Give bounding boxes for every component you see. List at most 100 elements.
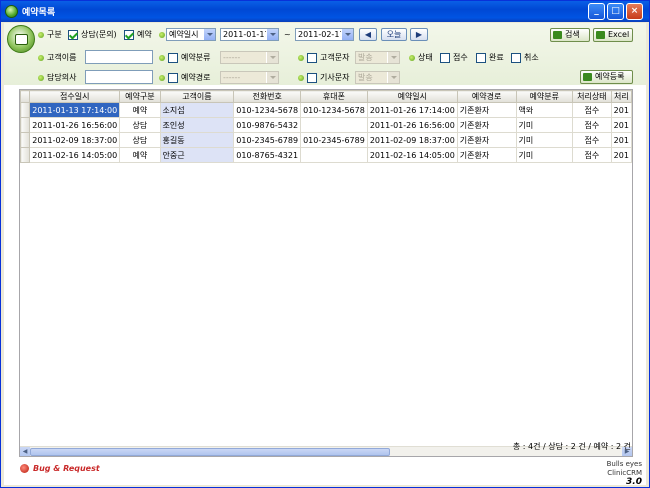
table-cell[interactable]: 액와 [515, 102, 573, 118]
table-cell[interactable]: 기미 [515, 117, 573, 133]
row-header[interactable] [20, 132, 31, 148]
table-cell[interactable]: 2011-02-09 18:37:00 [29, 132, 121, 148]
register-label: 예약등록 [595, 72, 625, 81]
register-reservation-button[interactable]: 예약등록 [580, 70, 633, 84]
reserve-label: 예약 [137, 30, 152, 39]
table-cell[interactable]: 접수 [572, 102, 612, 118]
table-cell[interactable]: 010-2345-6789 [233, 132, 302, 148]
title-bar[interactable]: 예약목록 _ □ × [1, 1, 649, 22]
bug-request-link[interactable]: Bug & Request [20, 464, 100, 473]
date-from-picker[interactable]: 2011-01-17 [220, 28, 279, 41]
table-cell[interactable]: 2011-02-09 18:37:00 [366, 132, 458, 148]
table-cell[interactable]: 2011-01-13 17:14:00 [29, 102, 121, 118]
table-cell[interactable]: 접수 [572, 132, 612, 148]
next-period-button[interactable]: ▶ [410, 28, 428, 41]
engineer-sms-checkbox[interactable]: 기사문자 [298, 72, 349, 83]
date-to-value: 2011-02-17 [298, 30, 345, 39]
consult-checkbox[interactable]: 상담(문의) [68, 29, 117, 40]
table-cell[interactable]: 조인성 [159, 117, 235, 133]
table-cell[interactable]: 기존환자 [456, 147, 517, 163]
excel-icon [596, 31, 605, 39]
reserve-class-checkbox[interactable]: 예약분류 [159, 52, 210, 63]
reservation-grid[interactable]: 접수일시 예약구분 고객이름 전화번호 휴대폰 예약일시 예약경로 예약분류 처… [19, 89, 633, 457]
table-cell[interactable]: 2011-02-16 14:05:00 [29, 147, 121, 163]
table-cell[interactable]: 010-1234-5678 [233, 102, 302, 118]
table-cell[interactable] [300, 147, 368, 163]
reserve-route-checkbox[interactable]: 예약경로 [159, 72, 210, 83]
customer-filter: 고객이름 [38, 52, 76, 63]
scroll-left-icon[interactable]: ◀ [20, 447, 30, 456]
table-cell[interactable]: 기존환자 [456, 132, 517, 148]
row-header[interactable] [20, 147, 31, 163]
column-header[interactable]: 고객이름 [159, 90, 235, 103]
gubun-filter: 구분 [38, 29, 62, 40]
table-cell[interactable]: 소지섭 [159, 102, 235, 118]
close-button[interactable]: × [626, 3, 643, 20]
prev-period-button[interactable]: ◀ [359, 28, 377, 41]
table-cell[interactable]: 201 [610, 132, 632, 148]
table-row[interactable]: 2011-01-26 16:56:00 상담 조인성 010-9876-5432… [20, 117, 632, 133]
minimize-button[interactable]: _ [588, 3, 605, 20]
customer-sms-checkbox[interactable]: 고객문자 [298, 52, 349, 63]
engineer-sms-value: 발송 [358, 73, 373, 82]
table-cell[interactable]: 201 [610, 117, 632, 133]
table-cell[interactable]: 2011-02-16 14:05:00 [366, 147, 458, 163]
table-cell[interactable]: 상담 [119, 132, 161, 148]
status-done-checkbox[interactable]: 완료 [476, 52, 504, 63]
today-button[interactable]: 오늘 [381, 28, 407, 41]
column-header[interactable]: 처리상태 [572, 90, 612, 103]
home-button[interactable] [7, 25, 35, 53]
table-cell[interactable]: 2011-01-26 16:56:00 [29, 117, 121, 133]
search-button[interactable]: 검색 [550, 28, 590, 42]
table-cell[interactable]: 2011-01-26 16:56:00 [366, 117, 458, 133]
table-cell[interactable]: 홍길동 [159, 132, 235, 148]
table-cell[interactable]: 상담 [119, 117, 161, 133]
column-header[interactable]: 휴대폰 [300, 90, 368, 103]
engineer-sms-select[interactable]: 발송 [355, 71, 400, 84]
status-received-checkbox[interactable]: 접수 [440, 52, 468, 63]
table-cell[interactable]: 010-9876-5432 [233, 117, 302, 133]
table-cell[interactable]: 기존환자 [456, 117, 517, 133]
column-header[interactable]: 예약일시 [366, 90, 458, 103]
status-cancel-checkbox[interactable]: 취소 [511, 52, 539, 63]
table-cell[interactable]: 예약 [119, 147, 161, 163]
reserve-route-select[interactable]: ------ [220, 71, 279, 84]
column-header[interactable]: 예약구분 [119, 90, 161, 103]
maximize-button[interactable]: □ [607, 3, 624, 20]
date-type-select[interactable]: 예약일시 [166, 28, 216, 41]
add-icon [583, 73, 592, 81]
table-row[interactable]: 2011-02-16 14:05:00 예약 안중근 010-8765-4321… [20, 147, 632, 163]
table-cell[interactable]: 2011-01-26 17:14:00 [366, 102, 458, 118]
table-cell[interactable]: 예약 [119, 102, 161, 118]
column-header[interactable]: 접수일시 [29, 90, 121, 103]
reserve-class-select[interactable]: ------ [220, 51, 279, 64]
reserve-class-value: ------ [223, 53, 241, 62]
column-header[interactable]: 처리 [610, 90, 632, 103]
table-cell[interactable]: 010-1234-5678 [300, 102, 368, 118]
customer-sms-select[interactable]: 발송 [355, 51, 400, 64]
table-cell[interactable]: 안중근 [159, 147, 235, 163]
table-cell[interactable]: 010-2345-6789 [300, 132, 368, 148]
table-cell[interactable]: 201 [610, 147, 632, 163]
table-cell[interactable] [300, 117, 368, 133]
column-header[interactable]: 예약경로 [456, 90, 517, 103]
table-cell[interactable]: 201 [610, 102, 632, 118]
table-row[interactable]: 2011-01-13 17:14:00 예약 소지섭 010-1234-5678… [20, 102, 632, 118]
customer-name-input[interactable] [85, 50, 153, 64]
column-header[interactable]: 예약분류 [515, 90, 573, 103]
doctor-input[interactable] [85, 70, 153, 84]
scrollbar-thumb[interactable] [30, 448, 390, 456]
row-header[interactable] [20, 102, 31, 118]
table-cell[interactable]: 기미 [515, 147, 573, 163]
excel-button[interactable]: Excel [593, 28, 633, 42]
row-header[interactable] [20, 117, 31, 133]
table-cell[interactable]: 010-8765-4321 [233, 147, 302, 163]
table-row[interactable]: 2011-02-09 18:37:00 상담 홍길동 010-2345-6789… [20, 132, 632, 148]
table-cell[interactable]: 기미 [515, 132, 573, 148]
date-to-picker[interactable]: 2011-02-17 [295, 28, 354, 41]
table-cell[interactable]: 접수 [572, 147, 612, 163]
reserve-checkbox[interactable]: 예약 [124, 29, 152, 40]
column-header[interactable]: 전화번호 [233, 90, 302, 103]
table-cell[interactable]: 접수 [572, 117, 612, 133]
table-cell[interactable]: 기존환자 [456, 102, 517, 118]
